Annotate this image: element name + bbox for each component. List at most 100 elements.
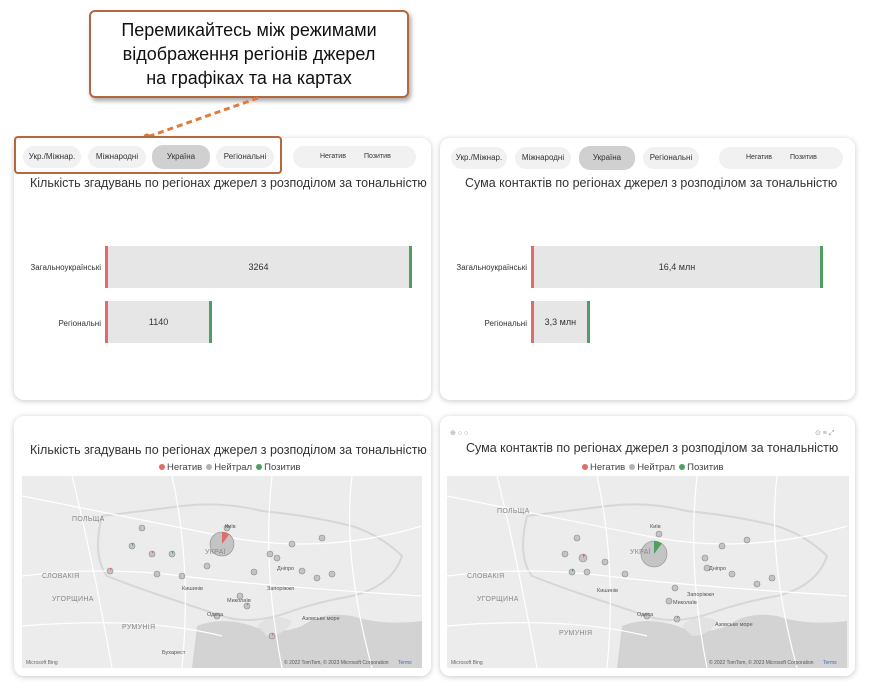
map-city-kishinev: Кишинів <box>597 588 618 594</box>
map-legend-negative: Негатив <box>167 462 203 473</box>
legend-positive: Позитив <box>364 153 391 160</box>
region-bubble <box>138 524 146 532</box>
bar-value-label: 3264 <box>248 262 269 272</box>
legend-negative: Негатив <box>746 154 772 161</box>
tab-international[interactable]: Міжнародні <box>515 147 571 169</box>
map-legend-negative: Негатив <box>590 462 626 473</box>
map-label-romania: РУМУНІЯ <box>122 624 156 631</box>
map-copyright: © 2022 TomTom, © 2023 Microsoft Corporat… <box>284 660 389 666</box>
region-bubble <box>273 554 281 562</box>
map-city-dnipro: Дніпро <box>709 566 727 572</box>
drill-icons[interactable]: ⊕ ○ ○ <box>450 429 468 437</box>
region-bubble <box>288 540 296 548</box>
region-bubble <box>701 554 709 562</box>
panel2-title: Сума контактів по регіонах джерел з розп… <box>465 176 838 190</box>
map-label-sea: Азовське море <box>302 616 340 622</box>
road-line <box>171 476 186 668</box>
region-bubble <box>178 572 186 580</box>
region-bubble <box>768 574 776 582</box>
p2-bar-1[interactable]: 3,3 млн <box>531 301 590 343</box>
map-legend-neutral: Нейтрал <box>214 462 253 473</box>
panel3-title: Кількість згадувань по регіонах джерел з… <box>30 443 427 457</box>
tab-regional[interactable]: Регіональні <box>643 147 699 169</box>
map-city-zaporizhzhia: Запоріжжя <box>687 592 715 598</box>
map-city-mykolaiv: Миколаїв <box>227 598 251 604</box>
region-bubble <box>298 567 306 575</box>
tab-ukr-intl[interactable]: Укр./Міжнар. <box>451 147 507 169</box>
map-terms-link[interactable]: Terms <box>398 660 412 666</box>
region-bubble <box>621 570 629 578</box>
sentiment-legend-1: Негатив Позитив <box>293 146 416 168</box>
region-bubble <box>573 534 581 542</box>
map-label-slovakia: СЛОВАКІЯ <box>42 573 80 580</box>
p2-bar-0[interactable]: 16,4 млн <box>531 246 823 288</box>
category-label: Загальноукраїнські <box>456 263 527 272</box>
map-terms-link[interactable]: Terms <box>823 660 837 666</box>
road-line <box>596 476 611 668</box>
map-1-canvas <box>22 476 422 668</box>
region-bubble <box>583 568 591 576</box>
region-bubble <box>561 550 569 558</box>
map-legend-positive: Позитив <box>264 462 301 473</box>
region-bubble <box>153 570 161 578</box>
category-label: Регіональні <box>58 319 101 328</box>
region-bubble <box>718 542 726 550</box>
map-city-kyiv: Київ <box>650 524 661 530</box>
map-label-hungary: УГОРЩИНА <box>52 596 94 603</box>
map-legend-1: Негатив Нейтрал Позитив <box>155 462 300 473</box>
bar-value-label: 16,4 млн <box>658 262 696 272</box>
p1-bar-0[interactable]: 3264 <box>105 246 412 288</box>
map-label-ukraine: УКРАЇ <box>630 549 651 556</box>
map-city-kishinev: Кишинів <box>182 586 203 592</box>
region-bubble <box>318 534 326 542</box>
map-city-zaporizhzhia: Запоріжжя <box>267 586 295 592</box>
region-bubble <box>671 584 679 592</box>
map-label-poland: ПОЛЬЩА <box>497 508 530 515</box>
map-label-sea: Азовське море <box>715 622 753 628</box>
legend-negative: Негатив <box>320 153 346 160</box>
map-legend-2: Негатив Нейтрал Позитив <box>578 462 723 473</box>
map-city-dnipro: Дніпро <box>277 566 295 572</box>
region-bubble <box>266 550 274 558</box>
map-2-canvas <box>447 476 848 668</box>
map-label-hungary: УГОРЩИНА <box>477 596 519 603</box>
map-label-romania: РУМУНІЯ <box>559 630 593 637</box>
region-bubble <box>328 570 336 578</box>
visual-header-icons[interactable]: ⊙ ≡ ⤢ <box>815 429 834 438</box>
panel4-title: Сума контактів по регіонах джерел з розп… <box>466 441 839 455</box>
map-label-ukraine: УКРАЇ <box>205 549 226 556</box>
map-city-odesa: Одеса <box>637 612 654 618</box>
region-bubble <box>601 558 609 566</box>
tab-ukraine[interactable]: Україна <box>579 146 635 170</box>
callout-line-1: Перемикайтесь між режимами <box>121 20 377 40</box>
panel1-title: Кількість згадувань по регіонах джерел з… <box>30 176 427 190</box>
region-bubble <box>728 570 736 578</box>
map-city-mykolaiv: Миколаїв <box>673 600 697 606</box>
map-city-odesa: Одеса <box>207 612 224 618</box>
road-line <box>447 570 848 597</box>
region-bubble <box>665 597 673 605</box>
region-bubble <box>743 536 751 544</box>
map-label-slovakia: СЛОВАКІЯ <box>467 573 505 580</box>
road-line <box>22 570 422 597</box>
region-bubble <box>203 562 211 570</box>
p1-bar-1[interactable]: 1140 <box>105 301 213 343</box>
map-legend-neutral: Нейтрал <box>637 462 676 473</box>
map-city-kyiv: Київ <box>225 524 236 530</box>
map-1[interactable]: ПОЛЬЩА УКРАЇ СЛОВАКІЯ УГОРЩИНА РУМУНІЯ К… <box>22 476 422 668</box>
category-label: Загальноукраїнські <box>30 263 101 272</box>
map-legend-positive: Позитив <box>687 462 724 473</box>
region-bubble <box>313 574 321 582</box>
map-2[interactable]: ПОЛЬЩА УКРАЇ СЛОВАКІЯ УГОРЩИНА РУМУНІЯ К… <box>447 476 849 668</box>
sentiment-legend-2: Негатив Позитив <box>719 147 843 169</box>
region-bubble <box>250 568 258 576</box>
map-copyright: © 2022 TomTom, © 2023 Microsoft Corporat… <box>709 660 814 666</box>
callout-line-3: на графіках та на картах <box>146 68 352 88</box>
legend-positive: Позитив <box>790 154 817 161</box>
bing-logo: Microsoft Bing <box>451 660 483 666</box>
region-bubble <box>753 580 761 588</box>
tabs-highlight-frame <box>14 136 282 174</box>
map-city-bucharest: Бухарест <box>162 650 186 656</box>
bing-logo: Microsoft Bing <box>26 660 58 666</box>
callout-line-2: відображення регіонів джерел <box>122 44 376 64</box>
